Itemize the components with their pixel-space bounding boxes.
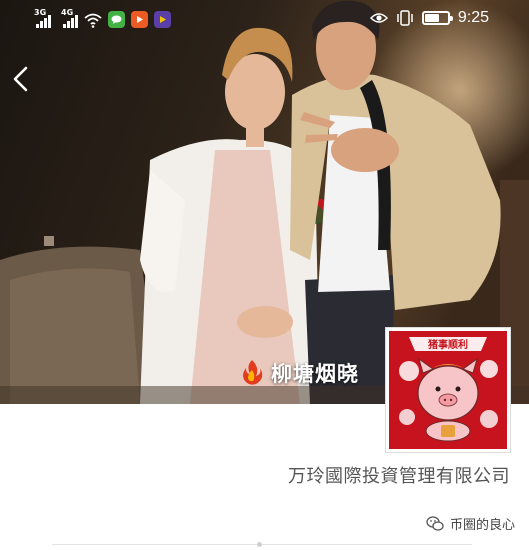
battery-icon: [421, 11, 453, 25]
status-time: 9:25: [457, 9, 489, 26]
network-type-label: 4G: [61, 8, 74, 17]
watermark-text: 币圈的良心: [449, 518, 515, 533]
network-type-label: 3G: [34, 8, 47, 17]
video-app-icon: [131, 11, 148, 28]
chat-app-icon: [108, 11, 125, 28]
status-bar-left: 3G 4G: [34, 8, 171, 28]
fire-badge-icon: [243, 360, 263, 385]
divider-dot: [257, 542, 262, 547]
profile-nickname: 柳塘烟晓: [271, 362, 359, 386]
pig-avatar-illustration: 猪事顺利: [389, 331, 507, 449]
back-chevron-icon[interactable]: [8, 62, 36, 96]
signal-icon: 3G: [34, 8, 51, 28]
eye-icon: [369, 13, 388, 23]
bottom-divider: [52, 544, 472, 545]
avatar[interactable]: 猪事顺利: [385, 327, 511, 453]
wifi-icon: [84, 13, 102, 28]
vibrate-icon: [397, 10, 413, 26]
signal-icon: 4G: [61, 8, 78, 28]
watermark: 币圈的良心: [426, 514, 515, 533]
media-app-icon: [154, 11, 171, 28]
company-name: 万玲國際投資管理有限公司: [288, 466, 510, 487]
wechat-icon: [426, 515, 444, 531]
battery-level-fill: [424, 14, 440, 22]
status-bar-right: 9:25: [369, 9, 489, 27]
avatar-banner-text: 猪事顺利: [427, 338, 468, 351]
status-bar: 3G 4G 9:25: [0, 0, 529, 40]
avatar-image: 猪事顺利: [389, 331, 507, 449]
